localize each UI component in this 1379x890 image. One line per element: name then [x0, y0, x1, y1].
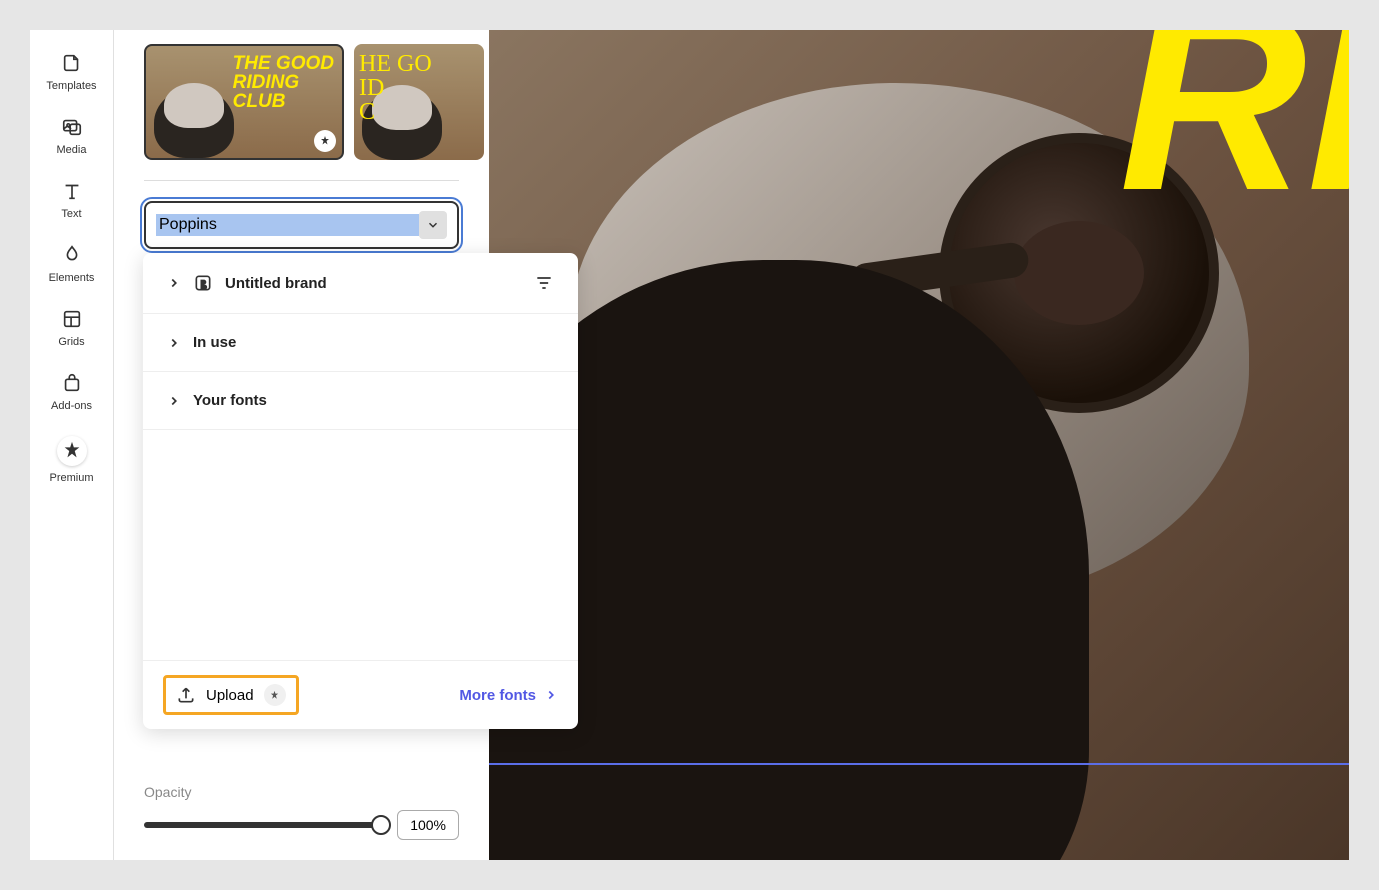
opacity-value-input[interactable]: 100% [397, 810, 459, 840]
chevron-right-icon [167, 394, 181, 408]
section-label: Your fonts [193, 392, 267, 409]
style-thumbnail-1[interactable]: THE GOOD RIDING CLUB [144, 44, 344, 160]
thumbnail-text: THE GOOD RIDING CLUB [233, 54, 334, 111]
chevron-right-icon [544, 688, 558, 702]
sidebar-item-label: Media [57, 144, 87, 156]
opacity-control: Opacity 100% [144, 784, 459, 840]
premium-badge-icon [264, 684, 286, 706]
dropdown-section-brand[interactable]: Untitled brand [143, 253, 578, 314]
font-selector[interactable] [144, 201, 459, 249]
section-label: In use [193, 334, 236, 351]
templates-icon [61, 52, 83, 74]
left-sidebar: Templates Media Text Elements Grids Add-… [30, 30, 114, 860]
chevron-down-icon [426, 218, 440, 232]
sidebar-item-media[interactable]: Media [30, 104, 113, 168]
sidebar-item-label: Templates [46, 80, 96, 92]
style-thumbnails: THE GOOD RIDING CLUB HE GO ID C [144, 44, 459, 181]
sidebar-item-text[interactable]: Text [30, 168, 113, 232]
upload-label: Upload [206, 687, 254, 704]
upload-font-button[interactable]: Upload [163, 675, 299, 715]
chevron-right-icon [167, 336, 181, 350]
sidebar-item-label: Add-ons [51, 400, 92, 412]
sidebar-item-label: Grids [58, 336, 84, 348]
chevron-right-icon [167, 276, 181, 290]
premium-icon [57, 436, 87, 466]
upload-icon [176, 685, 196, 705]
font-dropdown-menu: Untitled brand In use Your fonts Upload … [143, 253, 578, 729]
font-input[interactable] [156, 214, 419, 236]
design-canvas[interactable]: RI [489, 30, 1349, 860]
sidebar-item-templates[interactable]: Templates [30, 40, 113, 104]
opacity-slider[interactable] [144, 822, 381, 828]
premium-badge-icon [314, 130, 336, 152]
font-dropdown-toggle[interactable] [419, 211, 447, 239]
grids-icon [61, 308, 83, 330]
addons-icon [61, 372, 83, 394]
brand-icon [193, 273, 213, 293]
section-label: Untitled brand [225, 275, 327, 292]
sidebar-item-premium[interactable]: Premium [30, 424, 113, 496]
more-fonts-link[interactable]: More fonts [459, 687, 558, 704]
dropdown-footer: Upload More fonts [143, 660, 578, 729]
sidebar-item-label: Text [61, 208, 81, 220]
sidebar-item-grids[interactable]: Grids [30, 296, 113, 360]
elements-icon [61, 244, 83, 266]
sidebar-item-elements[interactable]: Elements [30, 232, 113, 296]
filter-icon[interactable] [534, 273, 554, 293]
media-icon [61, 116, 83, 138]
style-thumbnail-2[interactable]: HE GO ID C [354, 44, 484, 160]
sidebar-item-label: Premium [49, 472, 93, 484]
opacity-label: Opacity [144, 784, 459, 800]
dropdown-section-inuse[interactable]: In use [143, 314, 578, 372]
text-icon [61, 180, 83, 202]
sidebar-item-label: Elements [49, 272, 95, 284]
canvas-heading-text[interactable]: RI [1119, 30, 1349, 211]
dropdown-section-yourfonts[interactable]: Your fonts [143, 372, 578, 430]
thumbnail-text: HE GO ID C [359, 52, 432, 124]
selection-indicator [489, 763, 1349, 765]
sidebar-item-addons[interactable]: Add-ons [30, 360, 113, 424]
slider-thumb[interactable] [371, 815, 391, 835]
